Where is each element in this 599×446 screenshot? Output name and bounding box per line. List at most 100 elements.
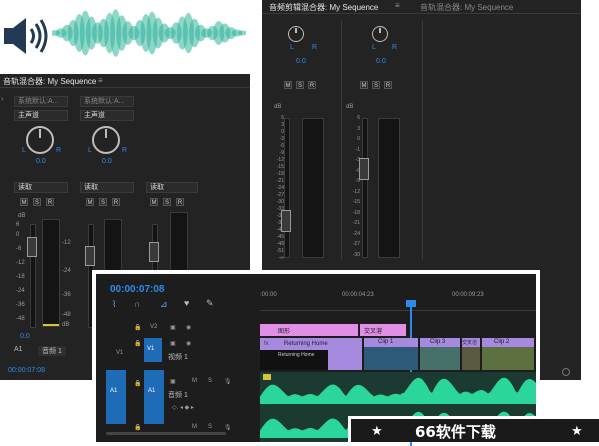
clip-returning-home[interactable]: fx Returning Home Returning Home [260,338,362,370]
track-name: 音频 1 [38,346,66,356]
lock-icon[interactable]: 🔒 [134,324,141,331]
pan-knob-b[interactable] [372,26,388,42]
record-button-2[interactable]: R [112,198,120,206]
pan-left-label: L [372,44,376,51]
mute-button-3[interactable]: M [150,198,158,206]
snap-icon[interactable]: ⌇ [112,299,116,310]
fader-value[interactable]: 0.0 [20,333,30,340]
automation-dropdown-3[interactable]: 读取 [146,182,198,193]
mic-icon[interactable]: 🎙 [224,424,232,431]
solo-button-b[interactable]: S [372,81,380,89]
volume-fader-1[interactable] [27,237,37,257]
db-tick-label: -12 [276,157,284,163]
db-scale-right-1: -12 -24 -36 -48 [62,240,71,318]
pan-value-b[interactable]: 0.0 [376,58,386,65]
film-icon[interactable]: ▣ [170,340,176,347]
automation-dropdown-2[interactable]: 读取 [80,182,134,193]
record-button-1[interactable]: R [46,198,54,206]
pan-value-2[interactable]: 0.0 [102,158,112,165]
timeline-scrollbar[interactable] [106,432,226,435]
mute-toggle[interactable]: M [192,378,197,384]
volume-fader-b[interactable] [359,158,369,180]
automation-dropdown-1[interactable]: 读取 [14,182,68,193]
track-input-dropdown-2[interactable]: 系统默认:A... [80,96,134,107]
time-ruler[interactable]: :00:00 00:00:04:23 00:00:09:23 [260,288,536,311]
record-button-a[interactable]: R [308,81,316,89]
mute-button-1[interactable]: M [20,198,28,206]
pan-knob-1[interactable] [26,126,54,154]
solo-button-2[interactable]: S [99,198,107,206]
timeline-timecode[interactable]: 00:00:07:08 [110,284,164,295]
clip-transition[interactable]: 交叉溶 [360,324,406,336]
track-input-dropdown-1[interactable]: 系统默认:A... [14,96,68,107]
watermark-text: 66软件下载 [415,423,496,441]
pan-value-a[interactable]: 0.0 [296,58,306,65]
solo-toggle[interactable]: S [208,378,212,384]
solo-button-1[interactable]: S [33,198,41,206]
linked-selection-icon[interactable]: ∩ [134,299,140,309]
eye-icon[interactable]: ◉ [186,340,191,347]
pan-right-label: R [56,147,62,154]
db-tick-label: -27 [352,241,360,247]
volume-fader-a[interactable] [281,210,291,232]
track-target-v2[interactable]: V2 [150,324,157,330]
marker-icon[interactable]: ♥ [184,298,189,308]
volume-fader-2[interactable] [85,246,95,266]
solo-toggle[interactable]: S [208,424,212,430]
db-tick-label: 6 [357,115,360,121]
clip-2[interactable]: Clip 2 [482,338,534,370]
pan-value-1[interactable]: 0.0 [36,158,46,165]
pan-right-label: R [312,44,318,51]
db-label: dB [274,104,282,110]
keyframe-nav-icon[interactable]: ◇. ◂ ◆ ▸ [172,404,194,411]
track-target-a1[interactable]: A1 [144,370,164,424]
eye-icon[interactable]: ◉ [186,324,191,331]
mute-toggle[interactable]: M [192,424,197,430]
lock-icon[interactable]: 🔒 [134,380,141,387]
panel-menu-icon[interactable]: ≡ [98,76,103,85]
panel-menu-icon[interactable]: ≡ [395,1,400,10]
clip-1[interactable]: Clip 1 [364,338,418,370]
output-dropdown-1[interactable]: 主声道 [14,110,68,121]
panel-scroll-indicator[interactable] [562,368,570,376]
collapse-arrow-icon[interactable]: › [1,96,3,103]
mute-button-a[interactable]: M [284,81,292,89]
source-patch-v1[interactable]: V1 [116,350,123,356]
output-dropdown-2[interactable]: 主声道 [80,110,134,121]
mute-button-b[interactable]: M [360,81,368,89]
db-tick-label: 0 [357,136,360,142]
film-icon[interactable]: ▣ [170,324,176,331]
record-button-3[interactable]: R [176,198,184,206]
db-tick-label: -21 [276,178,284,184]
pan-left-label: L [22,147,26,154]
channel-divider [341,20,342,260]
source-patch-a1[interactable]: A1 [106,370,126,424]
pan-knob-2[interactable] [92,126,120,154]
db-tick-label: -1 [355,146,360,153]
solo-button-a[interactable]: S [296,81,304,89]
fader-track-a [284,118,290,258]
playhead-handle[interactable] [406,300,416,307]
tab-clip-mixer[interactable]: 音频剪辑混合器: My Sequence [269,2,378,13]
mic-icon[interactable]: 🎙 [224,378,232,385]
record-button-b[interactable]: R [384,81,392,89]
volume-fader-3[interactable] [149,242,159,262]
db-scale-b: 6 3 0 -1 -3 -6 -9 -12 -15 -18 -21 -24 -27 -30 [346,115,360,265]
lock-icon[interactable]: 🔒 [134,424,141,431]
tab-track-mixer[interactable]: 音轨混合器: My Sequence [420,2,513,13]
clip-3[interactable]: Clip 3 [420,338,460,370]
wrench-icon[interactable]: ✎ [206,298,214,309]
db-tick-label: -24 [352,230,360,237]
film-icon[interactable]: ▣ [170,378,176,385]
clip-graphic[interactable]: 图形 [260,324,358,336]
track-target-v1[interactable]: V1 [144,338,162,362]
audio-waveform-logo [52,9,246,57]
solo-button-3[interactable]: S [163,198,171,206]
timecode[interactable]: 00:00:07:08 [8,367,45,374]
mute-button-2[interactable]: M [86,198,94,206]
add-marker-icon[interactable]: ⊿ [160,299,168,310]
pan-knob-a[interactable] [288,26,304,42]
db-tick-label: -30 [276,199,284,205]
lock-icon[interactable]: 🔒 [134,340,141,347]
clip-transition-2[interactable]: 交叉溶 [462,338,480,370]
